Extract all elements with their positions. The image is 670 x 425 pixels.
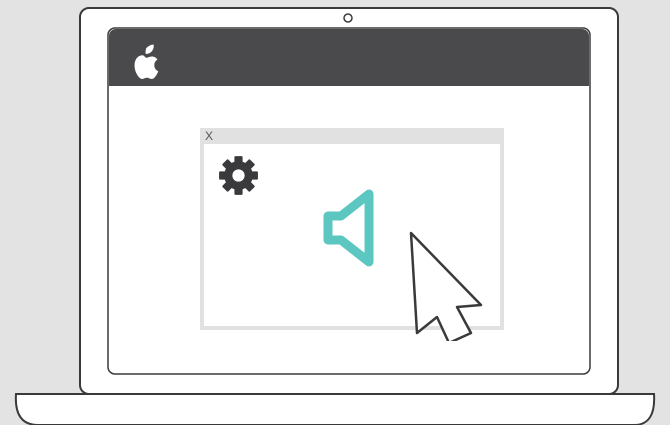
dialog-titlebar: X <box>200 128 504 144</box>
menu-bar <box>109 29 589 86</box>
illustration-stage: X <box>0 0 670 425</box>
webcam-icon <box>343 13 353 23</box>
laptop-base <box>14 393 656 425</box>
gear-icon[interactable] <box>216 153 261 198</box>
speaker-icon[interactable] <box>323 188 375 268</box>
close-button[interactable]: X <box>205 129 213 143</box>
apple-logo-icon[interactable] <box>125 33 167 81</box>
dialog-window: X <box>200 128 504 341</box>
dialog-content <box>204 144 500 341</box>
cursor-arrow-icon <box>409 231 483 341</box>
